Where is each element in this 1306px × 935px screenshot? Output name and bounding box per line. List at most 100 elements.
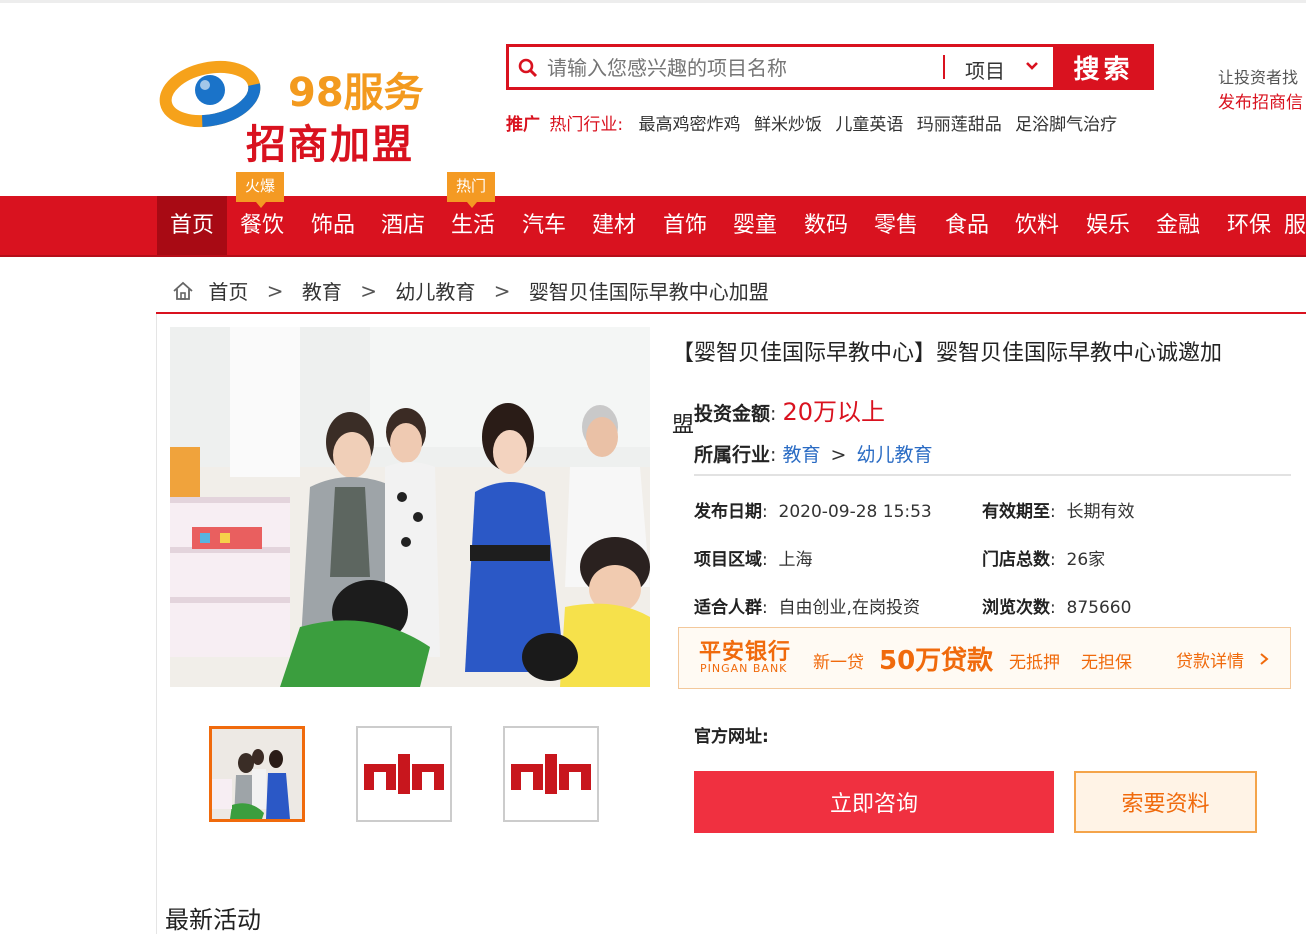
search-type-select[interactable]: 项目 [965,55,1005,84]
nav-item-hotel[interactable]: 酒店 [368,196,438,255]
latest-activities-heading: 最新活动 [165,906,261,934]
views-label: 浏览次数 [982,598,1050,618]
publish-date: 发布日期: 2020-09-28 15:53 [694,502,932,522]
crowd-label: 适合人群 [694,598,762,618]
promo-link[interactable]: 儿童英语 [835,115,903,135]
nav-item-drinks[interactable]: 饮料 [1002,196,1072,255]
breadcrumb-separator-icon: > [266,278,284,303]
invest-label: 投资金额 [694,403,771,425]
nav-item-clothing[interactable]: 服 [1284,196,1306,255]
consult-button[interactable]: 立即咨询 [694,771,1054,833]
colon: : [770,444,777,466]
nav-item-retail[interactable]: 零售 [861,196,931,255]
breadcrumb-education[interactable]: 教育 [302,280,342,304]
ad-bank-english: PINGAN BANK [700,662,788,675]
nav-item-home[interactable]: 首页 [157,196,227,255]
views-value: 875660 [1066,598,1132,618]
search-icon [518,58,538,78]
search-divider [943,55,945,79]
valid-label: 有效期至 [982,502,1050,522]
site-logo[interactable]: 98服务 招商加盟 [158,36,458,168]
industry-label: 所属行业 [694,444,771,466]
ad-details-link[interactable]: 贷款详情 [1176,647,1244,672]
breadcrumb-current: 婴智贝佳国际早教中心加盟 [528,280,769,304]
nav-item-groceries[interactable]: 食品 [932,196,1002,255]
nav-item-auto[interactable]: 汽车 [509,196,579,255]
nav-shadow [0,255,1306,257]
nav-item-digital[interactable]: 数码 [791,196,861,255]
chevron-right-icon [1260,653,1269,665]
store-count: 门店总数: 26家 [982,550,1106,570]
loan-ad-banner[interactable]: 平安银行 PINGAN BANK 新一贷 50万贷款 无抵押 无担保 贷款详情 [678,627,1291,689]
header-slogan: 让投资者找 [1218,68,1299,87]
brand-logo-icon [364,754,444,794]
valid-value: 长期有效 [1066,502,1135,522]
nav-item-jewelry[interactable]: 首饰 [650,196,720,255]
industry-link-sub[interactable]: 幼儿教育 [857,444,933,466]
promo-link[interactable]: 玛丽莲甜品 [917,115,1002,135]
popular-badge: 热门 [447,172,495,208]
nav-item-accessories[interactable]: 饰品 [298,196,368,255]
logo-text-top: 98服务 [288,70,424,116]
ad-text-product: 新一贷 [813,653,864,673]
thumbnail-logo[interactable] [356,726,452,822]
project-industry: 所属行业: 教育 > 幼儿教育 [694,440,933,467]
project-title-line2: 盟 [672,413,695,438]
publish-link[interactable]: 发布招商信 [1218,88,1303,113]
thumbnail-photo[interactable] [209,726,305,822]
crowd-value: 自由创业,在岗投资 [778,598,920,618]
promo-tag: 推广 [506,115,540,135]
photo-illustration [170,327,650,687]
investment-amount: 投资金额: 20万以上 [694,392,885,427]
breadcrumb-separator-icon: > [493,278,511,303]
promo-link[interactable]: 最高鸡密炸鸡 [639,115,741,135]
industry-link-main[interactable]: 教育 [782,444,820,466]
breadcrumb-preschool[interactable]: 幼儿教育 [395,280,475,304]
breadcrumb-separator-icon: > [360,278,377,303]
region-label: 项目区域 [694,550,762,570]
details-divider [694,474,1291,476]
region-value: 上海 [778,550,813,570]
invest-value: 20万以上 [782,398,886,426]
logo-text-bottom: 招商加盟 [246,122,414,168]
promo-label: 热门行业: [549,115,624,135]
nav-item-finance[interactable]: 金融 [1143,196,1213,255]
industry-separator: > [830,444,847,466]
content-top-border [156,312,1306,314]
ad-text-no-collateral: 无抵押 [1009,653,1060,673]
content-left-border [156,314,157,934]
nav-item-environment[interactable]: 环保 [1214,196,1284,255]
hot-badge: 火爆 [236,172,284,208]
colon: : [770,403,777,425]
hot-industries: 推广 热门行业: 最高鸡密炸鸡 鲜米炒饭 儿童英语 玛丽莲甜品 足浴脚气治疗 [506,110,1125,135]
view-count: 浏览次数: 875660 [982,598,1132,618]
home-icon [173,281,193,300]
nav-item-building[interactable]: 建材 [579,196,649,255]
search-input[interactable] [545,53,939,83]
thumbnail-photo-image [212,729,302,819]
target-crowd: 适合人群: 自由创业,在岗投资 [694,598,920,618]
brand-logo-icon [511,754,591,794]
chevron-down-icon[interactable] [1025,59,1039,73]
project-region: 项目区域: 上海 [694,550,813,570]
breadcrumb: 首页 > 教育 > 幼儿教育 > 婴智贝佳国际早教中心加盟 [172,276,769,305]
search-button[interactable]: 搜索 [1053,44,1154,90]
promo-link[interactable]: 足浴脚气治疗 [1015,115,1117,135]
stores-value: 26家 [1066,550,1106,570]
publish-label: 发布日期 [694,502,762,522]
project-title-line1: 【婴智贝佳国际早教中心】婴智贝佳国际早教中心诚邀加 [672,341,1223,366]
request-info-button[interactable]: 索要资料 [1074,771,1257,833]
official-website-label: 官方网址: [694,727,769,747]
breadcrumb-home[interactable]: 首页 [208,280,248,304]
ad-text-no-guarantee: 无担保 [1081,653,1132,673]
nav-item-entertainment[interactable]: 娱乐 [1073,196,1143,255]
project-main-photo [170,327,650,687]
valid-until: 有效期至: 长期有效 [982,502,1135,522]
project-title: 【婴智贝佳国际早教中心】婴智贝佳国际早教中心诚邀加 盟 [672,340,1282,438]
publish-value: 2020-09-28 15:53 [778,502,932,522]
stores-label: 门店总数 [982,550,1050,570]
nav-item-baby[interactable]: 婴童 [720,196,790,255]
promo-link[interactable]: 鲜米炒饭 [754,115,822,135]
thumbnail-logo[interactable] [503,726,599,822]
search-box: 项目 搜索 [506,44,1154,90]
